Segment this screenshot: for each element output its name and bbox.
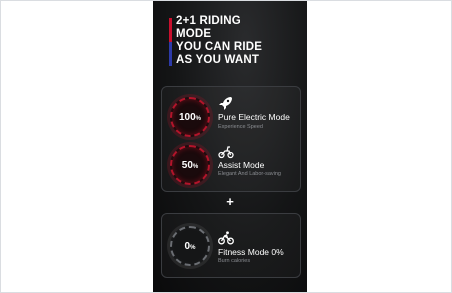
riding-modes-banner: 2+1 RIDING MODE YOU CAN RIDE AS YOU WANT…	[153, 1, 307, 292]
mode-name: Assist Mode	[218, 160, 265, 170]
mode-subtitle: Burn calories	[218, 258, 251, 264]
percent-value: 100%	[178, 111, 202, 123]
cyclist-icon	[218, 231, 234, 245]
scooter-icon	[218, 146, 234, 159]
page-viewport: 2+1 RIDING MODE YOU CAN RIDE AS YOU WANT…	[0, 0, 452, 293]
percent-value: 0%	[184, 240, 196, 252]
modes-card: 100% Pure Electric Mode Experience Speed…	[161, 86, 301, 192]
title-line-4: AS YOU WANT	[176, 54, 260, 66]
percent-value: 50%	[181, 159, 199, 171]
mode-name: Pure Electric Mode	[218, 112, 290, 122]
mode-subtitle: Experience Speed	[218, 124, 263, 130]
mode-row-pure-electric: 100% Pure Electric Mode Experience Speed	[162, 93, 300, 137]
rocket-icon	[219, 97, 232, 110]
title-line-2: MODE	[176, 28, 212, 40]
mode-subtitle: Elegant And Labor-saving	[218, 171, 281, 177]
mode-row-fitness: 0% Fitness Mode 0% Burn calories	[162, 223, 300, 267]
title-line-1: 2+1 RIDING	[176, 15, 241, 27]
mode-name: Fitness Mode 0%	[218, 247, 284, 257]
fitness-card: 0% Fitness Mode 0% Burn calories	[161, 213, 301, 278]
title-line-3: YOU CAN RIDE	[176, 41, 263, 53]
percent-ring: 100%	[170, 97, 210, 137]
mode-row-assist: 50% Assist Mode Elegant And Labor-saving	[162, 143, 300, 187]
percent-ring: 50%	[170, 145, 210, 185]
banner-title: 2+1 RIDING MODE YOU CAN RIDE AS YOU WANT	[176, 15, 301, 67]
title-accent-bar	[169, 18, 172, 66]
plus-sign: +	[226, 194, 234, 209]
percent-ring: 0%	[170, 226, 210, 266]
